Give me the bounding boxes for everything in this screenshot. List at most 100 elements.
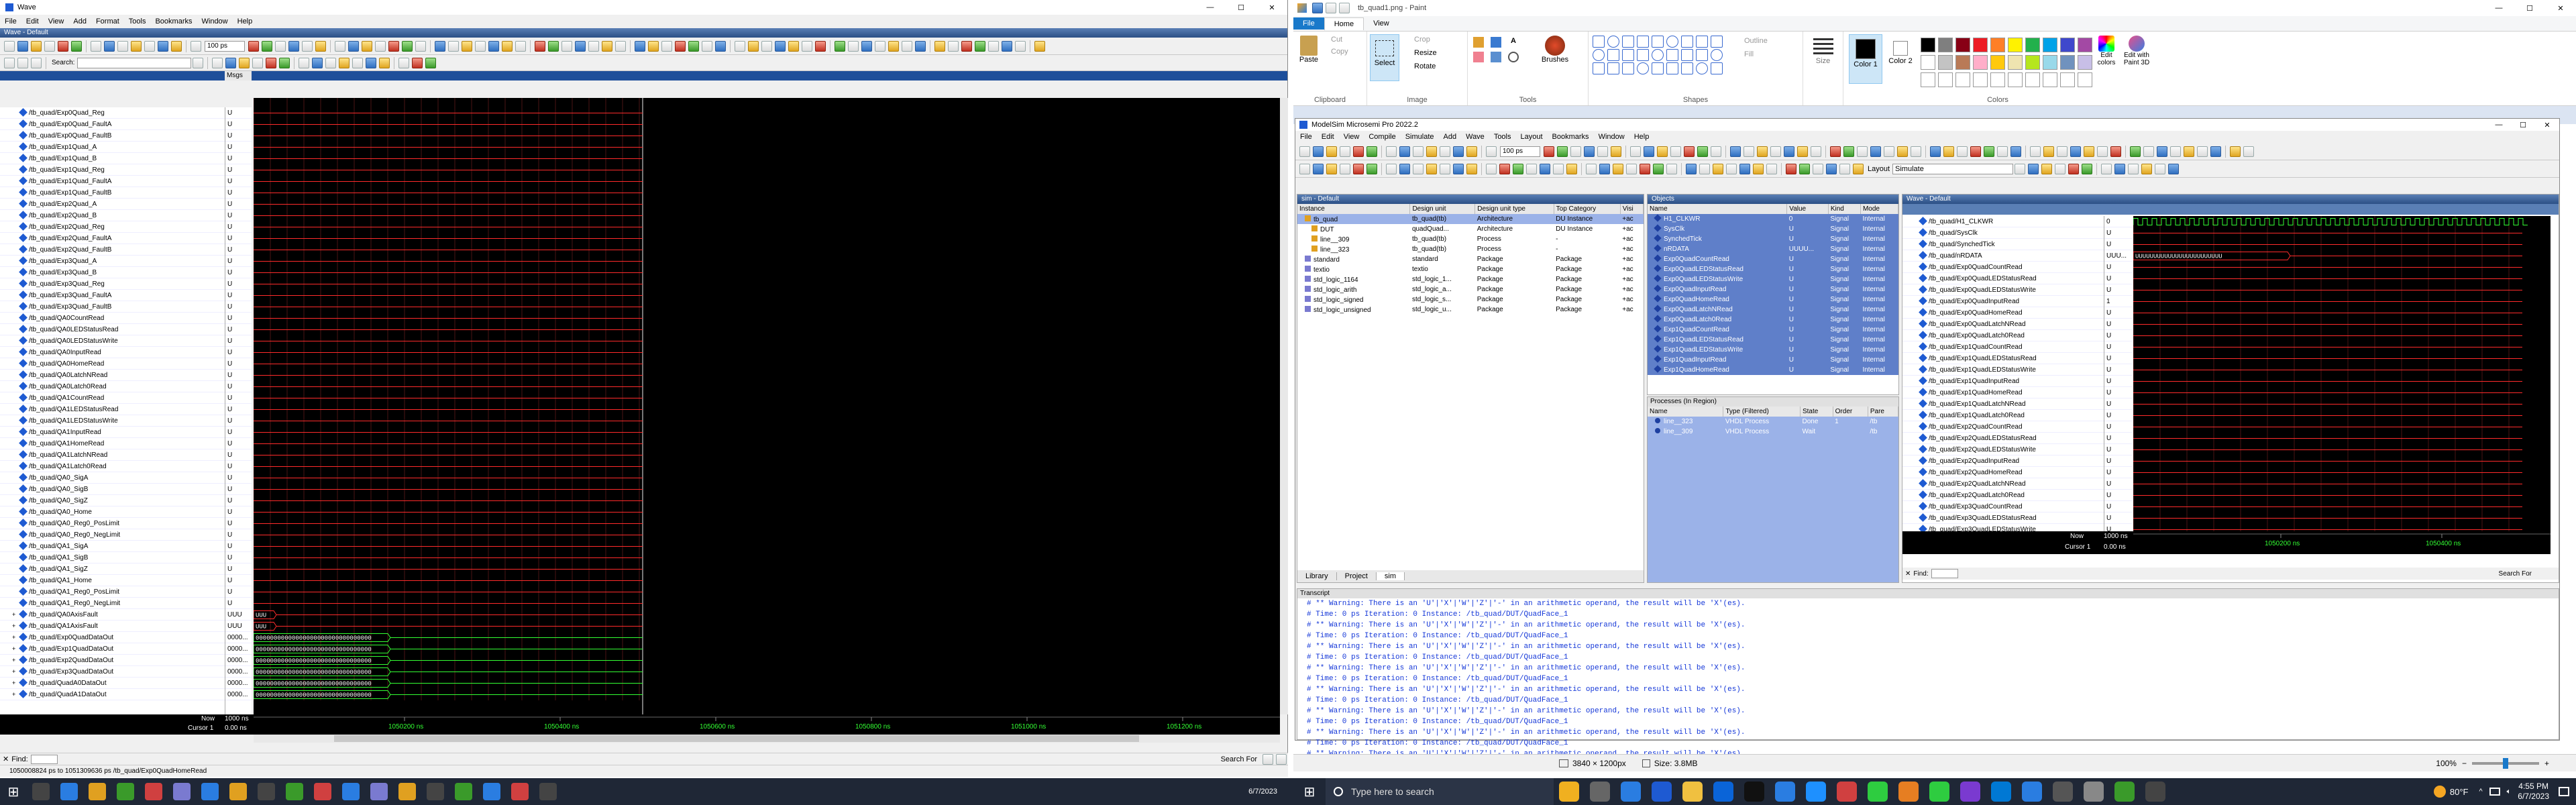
palette-color[interactable] [1990,38,2005,52]
menu-help[interactable]: Help [233,17,258,25]
proc-col-header[interactable]: Pare [1868,407,1899,417]
ms-signal-row[interactable]: /tb_quad/Exp1QuadCountRead [1902,341,2104,353]
tray-chevron-icon[interactable]: ^ [2479,788,2483,796]
obj-col-header[interactable]: Name [1648,204,1788,214]
signal-row[interactable]: /tb_quad/QA1HomeRead [0,438,225,449]
ms-sim-tool-icon[interactable] [1613,163,1623,174]
wave-tool-icon[interactable] [335,40,345,52]
ms-signal-row[interactable]: /tb_quad/Exp3QuadLEDStatusRead [1902,513,2104,524]
palette-color[interactable] [2043,55,2057,70]
ms-sim-tool-icon[interactable] [1753,163,1764,174]
wave-time-step-input[interactable]: 100 ps [205,40,245,52]
ms-tool-icon[interactable] [1697,146,1708,157]
menu-view[interactable]: View [44,17,69,25]
shape-icon[interactable] [1607,36,1619,48]
waveform-pane[interactable]: UUU UUU 00000000000000000000000000000000 00… [254,98,1280,714]
ms-tool-icon[interactable] [1557,146,1568,157]
object-row[interactable]: Exp1QuadLEDStatusWrite U Signal Internal [1648,345,1898,355]
wave-tool-icon[interactable] [835,40,845,52]
palette-color[interactable] [1938,55,1953,70]
ms-signal-row[interactable]: /tb_quad/Exp2QuadHomeRead [1902,467,2104,478]
ms-signal-row[interactable]: /tb_quad/H1_CLKWR [1902,216,2104,227]
custom-color[interactable] [1955,72,1970,87]
ms-tool-icon[interactable] [1970,146,1981,157]
custom-color[interactable] [1990,72,2005,87]
sim-row[interactable]: line__323 tb_quad(tb) Process - +ac [1297,244,1644,254]
paste-button[interactable]: Paste [1297,36,1320,64]
sim-row[interactable]: std_logic_arith std_logic_a... Package Pack… [1297,284,1644,294]
sim-row[interactable]: std_logic_unsigned std_logic_u... Package P… [1297,305,1644,315]
ms-tool-icon[interactable] [2084,146,2094,157]
proc-col-header[interactable]: Order [1833,407,1868,417]
ms-tool-icon[interactable] [1830,146,1841,157]
expand-icon[interactable]: + [12,689,19,700]
shape-icon[interactable] [1607,49,1619,61]
wave-format-tool-icon[interactable] [325,57,337,68]
ms-signal-row[interactable]: /tb_quad/SynchedTick [1902,239,2104,250]
ms-layout-tool-icon[interactable] [2082,163,2093,174]
taskbar-app-icon[interactable] [2084,782,2104,802]
tab-home[interactable]: Home [1324,17,1364,30]
taskbar-app-icon[interactable] [1898,782,1919,802]
ms-tool-icon[interactable] [2057,146,2068,157]
wave-tool-icon[interactable] [788,40,799,52]
wave-tool-icon[interactable] [588,40,599,52]
wave-tool-icon[interactable] [861,40,872,52]
wave-tool-icon[interactable] [171,40,182,52]
wave-tool-icon[interactable] [1015,40,1026,52]
cut-button[interactable]: Cut [1331,36,1342,44]
sim-col-header[interactable]: Top Category [1554,204,1621,214]
wave-format-tool-icon[interactable] [239,57,250,68]
palette-color[interactable] [1973,55,1988,70]
ms-signal-row[interactable]: /tb_quad/Exp2QuadInputRead [1902,455,2104,467]
signal-row[interactable]: /tb_quad/Exp0Quad_FaultA [0,119,225,130]
ms-sim-tool-icon[interactable] [1353,163,1364,174]
taskbar-app-icon[interactable] [370,783,388,800]
wave-tool-icon[interactable] [248,40,259,52]
ms-sim-tool-icon[interactable] [1513,163,1523,174]
start-button[interactable]: ⊞ [1293,784,1326,800]
ms-tool-icon[interactable] [1413,146,1424,157]
taskbar-app-icon[interactable] [32,783,50,800]
taskbar-app-icon[interactable] [427,783,444,800]
color-palette[interactable] [1920,37,2094,88]
expand-icon[interactable]: + [12,666,19,677]
wave-tool-icon[interactable] [415,40,426,52]
shape-icon[interactable] [1652,62,1664,74]
volume-icon[interactable]: 🔈︎ [2507,788,2512,796]
start-icon[interactable]: ⊞ [0,778,27,805]
signal-row[interactable]: + /tb_quad/Exp2QuadDataOut [0,655,225,666]
ms-minimize-button[interactable]: — [2487,121,2511,129]
shape-icon[interactable] [1637,62,1649,74]
wave-tool-icon[interactable] [435,40,445,52]
signal-row[interactable]: /tb_quad/QA0_Reg0_PosLimit [0,518,225,529]
taskbar-app-icon[interactable] [201,783,219,800]
signal-row[interactable]: /tb_quad/QA0LEDStatusRead [0,324,225,335]
ms-tool-icon[interactable] [1843,146,1854,157]
ms-tool-icon[interactable] [2030,146,2041,157]
menu-tools[interactable]: Tools [124,17,151,25]
taskbar-app-icon[interactable] [2145,782,2165,802]
ms-tool-icon[interactable] [2197,146,2208,157]
text-icon[interactable]: A [1508,37,1519,48]
ms-sim-tool-icon[interactable] [1299,163,1310,174]
brushes-button[interactable]: Brushes [1535,36,1575,64]
ms-sim-tool-icon[interactable] [1399,163,1410,174]
wave-tool-icon[interactable] [988,40,999,52]
ms-signal-row[interactable]: /tb_quad/Exp2QuadLEDStatusRead [1902,433,2104,444]
shape-icon[interactable] [1622,49,1634,61]
expand-icon[interactable]: + [12,609,19,620]
layout-select[interactable]: Simulate [1892,163,2014,174]
ms-sim-tool-icon[interactable] [1853,163,1864,174]
expand-icon[interactable]: + [12,632,19,643]
object-row[interactable]: Exp1QuadLEDStatusRead U Signal Internal [1648,335,1898,345]
wave-tool-icon[interactable] [761,40,772,52]
custom-color[interactable] [1973,72,1988,87]
ms-menu-file[interactable]: File [1295,133,1317,141]
sim-col-header[interactable]: Instance [1297,204,1411,214]
ms-tool-icon[interactable] [1870,146,1881,157]
shape-icon[interactable] [1681,62,1693,74]
expand-icon[interactable]: + [12,678,19,688]
signal-row[interactable]: /tb_quad/Exp1Quad_B [0,153,225,164]
ms-sim-tool-icon[interactable] [1440,163,1450,174]
